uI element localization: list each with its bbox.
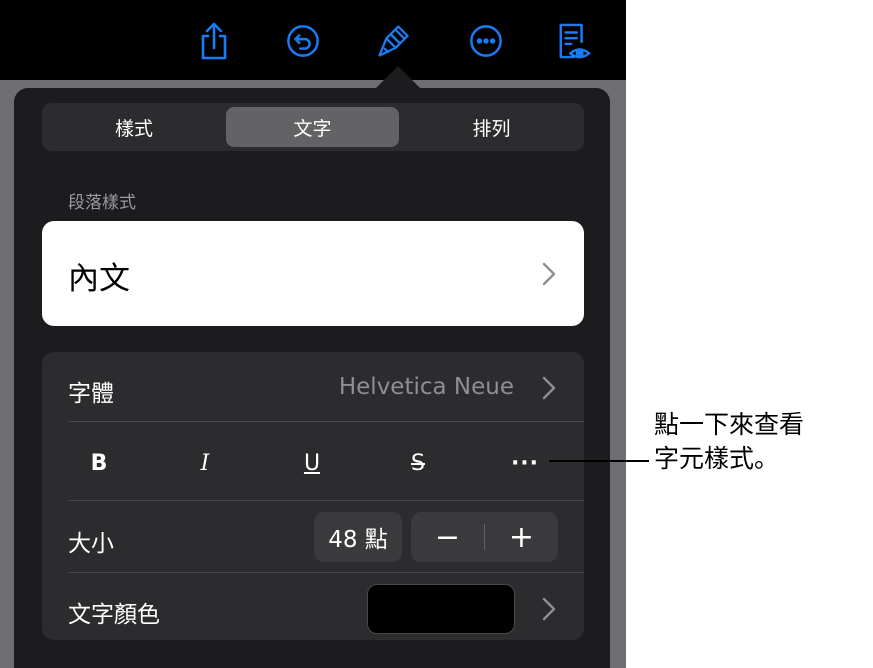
chevron-right-icon [542,376,556,400]
text-color-label: 文字顏色 [68,602,160,628]
chevron-right-icon [542,262,556,286]
size-label: 大小 [68,531,114,557]
tab-arrange[interactable]: 排列 [403,107,580,147]
paragraph-style-name: 內文 [68,261,130,297]
strikethrough-button[interactable]: S [396,446,440,480]
share-icon[interactable] [197,20,231,62]
paragraph-style-label: 段落樣式 [68,193,136,213]
popover-arrow [374,66,422,90]
text-options-group: 字體 Helvetica Neue B I U S ··· 大小 48 點 − … [42,352,584,640]
tab-bar: 樣式 文字 排列 [42,103,584,151]
font-value: Helvetica Neue [338,374,514,400]
app-screen: 樣式 文字 排列 段落樣式 內文 字體 Helvetica Neue B I U… [0,0,626,668]
font-size-stepper: − + [411,512,558,562]
divider [68,500,584,501]
tab-style[interactable]: 樣式 [46,107,222,147]
format-brush-icon[interactable] [377,20,411,62]
italic-button[interactable]: I [183,446,227,480]
more-icon[interactable] [469,20,503,62]
text-color-swatch[interactable] [367,584,515,634]
chevron-right-icon[interactable] [542,597,556,621]
callout-line [549,460,649,462]
reading-view-icon[interactable] [557,20,591,62]
bold-button[interactable]: B [77,446,121,480]
increase-size-button[interactable]: + [485,512,558,562]
toolbar [0,0,626,80]
paragraph-style-button[interactable]: 內文 [42,221,584,326]
callout-line-1: 點一下來查看 [654,410,805,439]
callout-text: 點一下來查看 字元樣式。 [654,408,864,476]
divider [68,572,584,573]
font-row[interactable]: 字體 Helvetica Neue [42,352,584,422]
font-size-value[interactable]: 48 點 [314,512,402,562]
more-character-styles-button[interactable]: ··· [503,446,547,480]
divider [68,421,584,422]
undo-icon[interactable] [286,20,320,62]
font-label: 字體 [68,381,114,407]
tab-text[interactable]: 文字 [226,107,399,147]
underline-button[interactable]: U [290,446,334,480]
decrease-size-button[interactable]: − [411,512,484,562]
callout-line-2: 字元樣式。 [654,444,780,473]
